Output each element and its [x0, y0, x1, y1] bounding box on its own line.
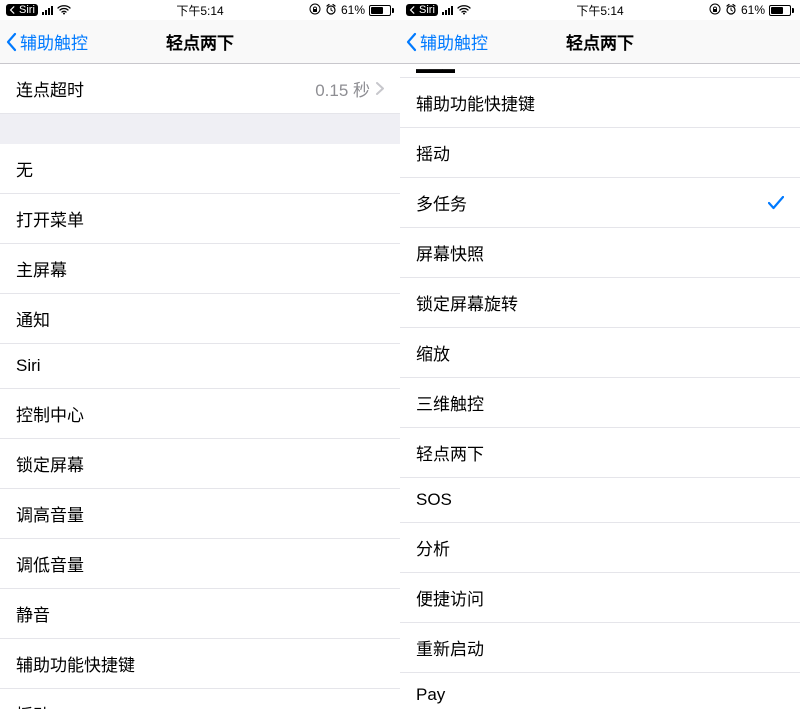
list-item-label: Siri [16, 356, 41, 376]
list-item[interactable]: 无 [0, 144, 400, 194]
phone-left: Siri 下午5:14 61% 辅助触控 轻点两下 [0, 0, 400, 709]
content-right[interactable]: ▂▂▂ 辅助功能快捷键摇动多任务屏幕快照锁定屏幕旋转缩放三维触控轻点两下 SOS 分… [400, 64, 800, 709]
list-item-label: 辅助功能快捷键 [16, 651, 135, 676]
chevron-right-icon [376, 82, 384, 95]
list-item-label: Pay [416, 685, 445, 705]
list-item[interactable]: 缩放 [400, 328, 800, 378]
checkmark-icon [768, 196, 784, 210]
list-item-label: 无 [16, 156, 33, 181]
list-item-label: 调低音量 [16, 551, 84, 576]
section-gap [0, 114, 400, 144]
list-item[interactable]: 锁定屏幕旋转 [400, 278, 800, 328]
list-item[interactable]: 打开菜单 [0, 194, 400, 244]
back-button[interactable]: 辅助触控 [0, 29, 88, 54]
list-item-partial[interactable]: ▂▂▂ [400, 64, 800, 78]
list-item-label: 调高音量 [16, 501, 84, 526]
content-left[interactable]: 连点超时 0.15 秒 无打开菜单主屏幕通知 Siri 控制中心锁定屏幕调高音量调低… [0, 64, 400, 709]
chevron-left-icon [6, 32, 18, 52]
list-item-label: SOS [416, 490, 452, 510]
list-item[interactable]: 静音 [0, 589, 400, 639]
partial-text: ▂▂▂ [416, 65, 455, 73]
timeout-value-wrap: 0.15 秒 [315, 76, 384, 101]
status-time: 下午5:14 [0, 2, 400, 19]
list-item-label: 摇动 [416, 140, 450, 165]
list-item[interactable]: Pay [400, 673, 800, 709]
list-item-label: 屏幕快照 [416, 240, 484, 265]
list-item-label: 缩放 [416, 340, 450, 365]
list-item[interactable]: 轻点两下 [400, 428, 800, 478]
list-item[interactable]: 分析 [400, 523, 800, 573]
list-item-label: 重新启动 [416, 635, 484, 660]
list-item[interactable]: 调高音量 [0, 489, 400, 539]
list-item-label: 静音 [16, 601, 50, 626]
status-bar: Siri 下午5:14 61% [0, 0, 400, 20]
list-item[interactable]: Siri [0, 344, 400, 389]
list-item-label: 打开菜单 [16, 206, 84, 231]
phone-right: Siri 下午5:14 61% 辅助触控 轻点两下 [400, 0, 800, 709]
list-item-label: 三维触控 [416, 390, 484, 415]
list-item[interactable]: 三维触控 [400, 378, 800, 428]
list-item[interactable]: 便捷访问 [400, 573, 800, 623]
timeout-row[interactable]: 连点超时 0.15 秒 [0, 64, 400, 114]
list-item[interactable]: 调低音量 [0, 539, 400, 589]
list-item[interactable]: 主屏幕 [0, 244, 400, 294]
back-label: 辅助触控 [420, 29, 488, 54]
list-item-label: 多任务 [416, 190, 467, 215]
list-item-label: 锁定屏幕 [16, 451, 84, 476]
back-button[interactable]: 辅助触控 [400, 29, 488, 54]
list-item-label: 锁定屏幕旋转 [416, 290, 518, 315]
battery-icon [369, 5, 394, 16]
list-item-label: 便捷访问 [416, 585, 484, 610]
list-item[interactable]: 辅助功能快捷键 [0, 639, 400, 689]
list-item[interactable]: 屏幕快照 [400, 228, 800, 278]
back-label: 辅助触控 [20, 29, 88, 54]
list-item[interactable]: 锁定屏幕 [0, 439, 400, 489]
list-item[interactable]: 通知 [0, 294, 400, 344]
list-item-label: 分析 [416, 535, 450, 560]
chevron-left-icon [406, 32, 418, 52]
battery-icon [769, 5, 794, 16]
status-time: 下午5:14 [400, 2, 800, 19]
list-item[interactable]: 摇动 [400, 128, 800, 178]
list-item-label: 通知 [16, 306, 50, 331]
list-item-label: 摇动 [16, 701, 50, 709]
timeout-value: 0.15 秒 [315, 76, 370, 101]
list-item[interactable]: 重新启动 [400, 623, 800, 673]
status-bar: Siri 下午5:14 61% [400, 0, 800, 20]
list-item[interactable]: 控制中心 [0, 389, 400, 439]
list-item-label: 辅助功能快捷键 [416, 90, 535, 115]
timeout-label: 连点超时 [16, 76, 84, 101]
list-item[interactable]: 多任务 [400, 178, 800, 228]
list-item-label: 控制中心 [16, 401, 84, 426]
list-item[interactable]: 摇动 [0, 689, 400, 709]
list-item-label: 主屏幕 [16, 256, 67, 281]
list-item[interactable]: SOS [400, 478, 800, 523]
nav-bar: 辅助触控 轻点两下 [400, 20, 800, 64]
list-item-label: 轻点两下 [416, 440, 484, 465]
nav-bar: 辅助触控 轻点两下 [0, 20, 400, 64]
list-item[interactable]: 辅助功能快捷键 [400, 78, 800, 128]
